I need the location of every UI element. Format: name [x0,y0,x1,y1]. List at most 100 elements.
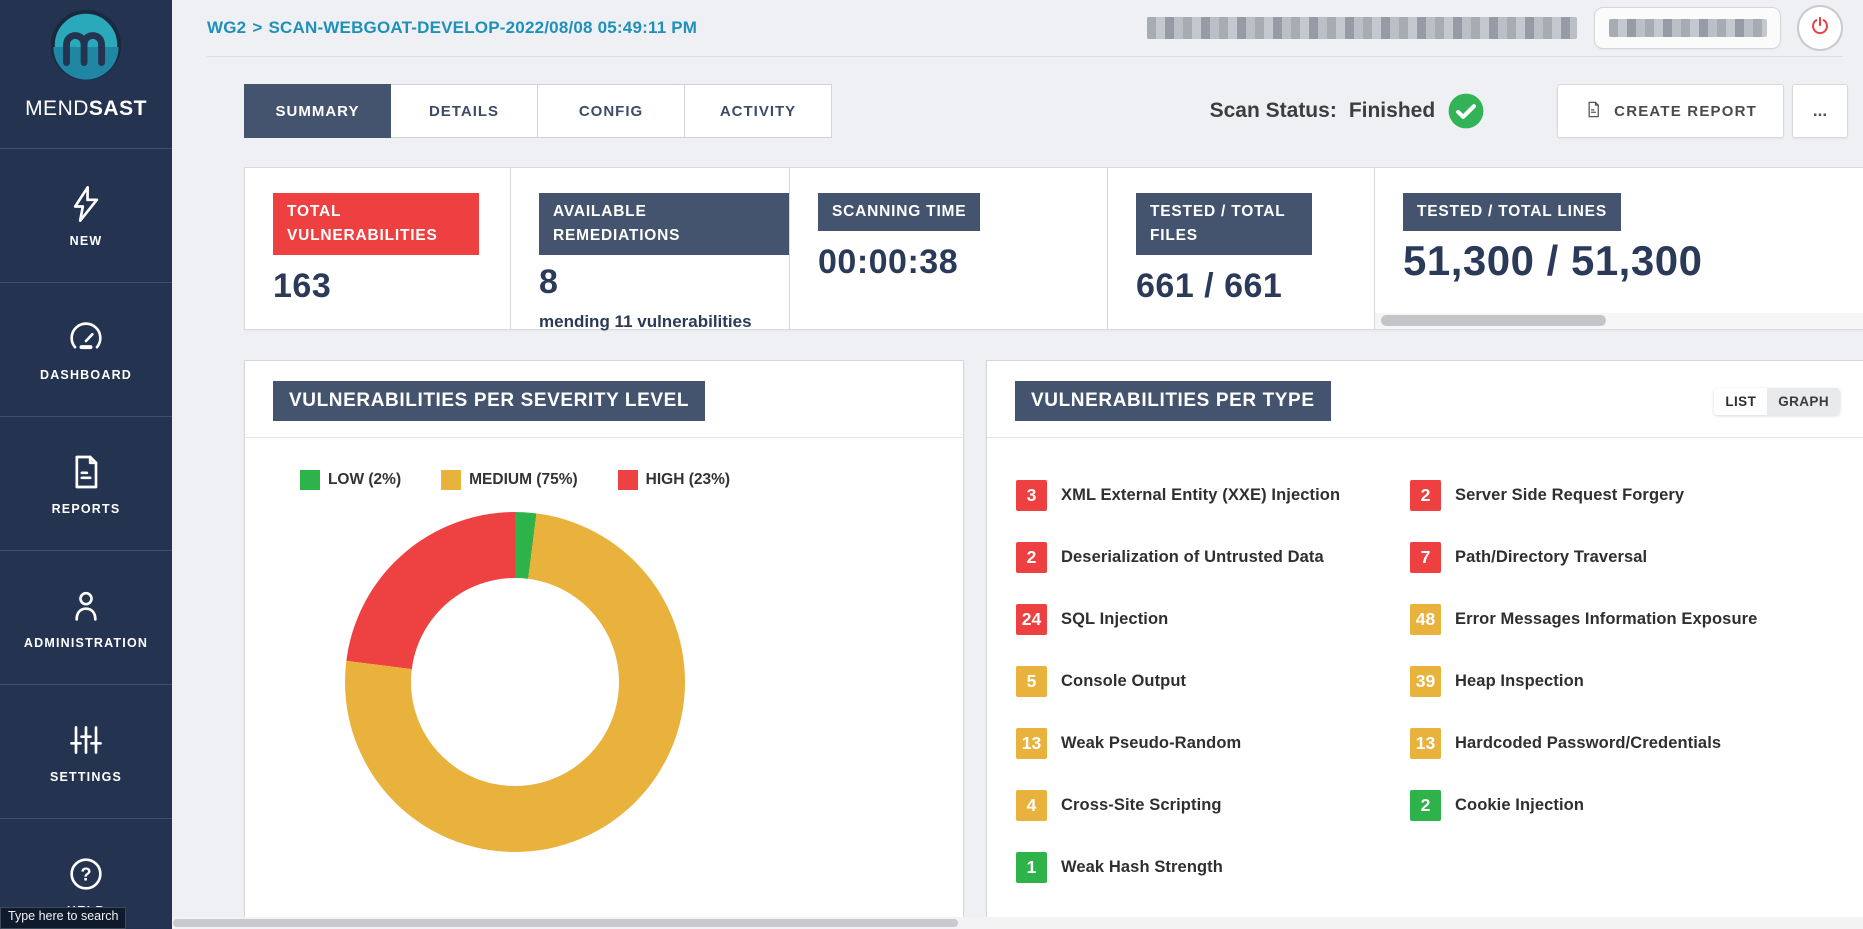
sidebar-item-reports[interactable]: REPORTS [0,416,172,550]
stat-value: 661 / 661 [1136,267,1374,306]
breadcrumb-project[interactable]: WG2 [207,18,246,37]
stat-label: TOTAL VULNERABILITIES [273,193,479,255]
vulnerability-type-row[interactable]: 39 Heap Inspection [1410,650,1863,712]
stat-card-available-remediations: AVAILABLE REMEDIATIONS 8 mending 11 vuln… [511,167,790,330]
legend-label: MEDIUM (75%) [469,471,578,489]
legend-swatch [441,470,461,490]
type-count-badge: 3 [1016,480,1047,511]
stat-card-total-vulnerabilities: TOTAL VULNERABILITIES 163 [244,167,511,330]
vulnerability-type-row[interactable]: 7 Path/Directory Traversal [1410,526,1863,588]
question-circle-icon: ? [66,854,106,894]
mend-logo-icon [47,6,125,89]
toggle-list[interactable]: LIST [1714,388,1767,415]
scan-status-label: Scan Status: [1210,99,1337,123]
type-count-badge: 2 [1410,480,1441,511]
main-content: WG2>SCAN-WEBGOAT-DEVELOP-2022/08/08 05:4… [172,0,1863,929]
page-scrollbar-thumb[interactable] [173,919,958,927]
sidebar-item-new[interactable]: NEW [0,148,172,282]
card-scrollbar-thumb[interactable] [1381,315,1606,326]
types-panel: VULNERABILITIES PER TYPE LIST GRAPH 3 XM… [986,360,1863,918]
vulnerability-type-row[interactable]: 3 XML External Entity (XXE) Injection [1016,464,1410,526]
vulnerability-type-row[interactable]: 2 Deserialization of Untrusted Data [1016,526,1410,588]
stat-label: AVAILABLE REMEDIATIONS [539,193,789,255]
types-panel-header: VULNERABILITIES PER TYPE LIST GRAPH [987,381,1863,421]
type-count-badge: 7 [1410,542,1441,573]
panels-row: VULNERABILITIES PER SEVERITY LEVEL LOW (… [244,360,1863,929]
breadcrumb-scan-name: SCAN-WEBGOAT-DEVELOP-2022/08/08 05:49:11… [268,18,697,37]
stat-value: 00:00:38 [818,243,1107,282]
tab-details[interactable]: DETAILS [391,84,538,138]
sidebar-item-administration[interactable]: ADMINISTRATION [0,550,172,684]
legend-label: LOW (2%) [328,471,401,489]
scan-toolbar: SUMMARY DETAILS CONFIG ACTIVITY Scan Sta… [244,83,1848,139]
stat-card-scanning-time: SCANNING TIME 00:00:38 [790,167,1108,330]
sidebar-item-label: SETTINGS [50,770,122,784]
type-count-badge: 4 [1016,790,1047,821]
vulnerability-type-row[interactable]: 24 SQL Injection [1016,588,1410,650]
stat-value: 8 [539,263,789,302]
breadcrumb[interactable]: WG2>SCAN-WEBGOAT-DEVELOP-2022/08/08 05:4… [207,18,1147,38]
type-label: Cross-Site Scripting [1061,796,1222,815]
brand-logo[interactable]: MENDSAST [0,0,172,148]
stat-card-tested-total-files: TESTED / TOTAL FILES 661 / 661 [1108,167,1375,330]
create-report-label: CREATE REPORT [1614,103,1757,120]
legend-item: MEDIUM (75%) [441,470,578,490]
sidebar-item-label: REPORTS [52,502,121,516]
redacted-account-selector[interactable] [1594,7,1781,49]
report-file-icon [1584,100,1603,123]
logout-power-button[interactable] [1797,5,1843,51]
create-report-button[interactable]: CREATE REPORT [1557,84,1784,138]
stat-label: TESTED / TOTAL LINES [1403,193,1621,231]
scan-tabs: SUMMARY DETAILS CONFIG ACTIVITY [244,84,832,138]
svg-text:?: ? [80,863,91,884]
stats-row: TOTAL VULNERABILITIES 163 AVAILABLE REME… [244,167,1863,330]
power-icon [1809,15,1831,42]
severity-chart-area: LOW (2%) MEDIUM (75%) HIGH (23%) [245,470,785,852]
legend-swatch [300,470,320,490]
type-count-badge: 1 [1016,852,1047,883]
divider [245,437,963,438]
os-search-tooltip[interactable]: Type here to search [0,907,126,929]
vulnerability-type-row[interactable]: 48 Error Messages Information Exposure [1410,588,1863,650]
lightning-icon [66,184,106,224]
vulnerability-type-row[interactable]: 1 Weak Hash Strength [1016,836,1410,898]
legend-label: HIGH (23%) [646,471,730,489]
tab-activity[interactable]: ACTIVITY [685,84,832,138]
type-label: XML External Entity (XXE) Injection [1061,486,1340,505]
chart-legend: LOW (2%) MEDIUM (75%) HIGH (23%) [245,470,785,490]
vulnerability-type-row[interactable]: 2 Server Side Request Forgery [1410,464,1863,526]
vulnerability-type-row[interactable]: 5 Console Output [1016,650,1410,712]
page-scrollbar-track [172,917,1863,929]
card-scrollbar-track [1375,313,1863,329]
type-label: Weak Pseudo-Random [1061,734,1241,753]
vulnerability-type-row[interactable]: 13 Hardcoded Password/Credentials [1410,712,1863,774]
sidebar-item-settings[interactable]: SETTINGS [0,684,172,818]
stat-value: 51,300 / 51,300 [1403,237,1863,285]
type-label: SQL Injection [1061,610,1168,629]
document-icon [66,452,106,492]
tab-summary[interactable]: SUMMARY [244,84,391,138]
more-options-button[interactable]: ... [1792,84,1848,138]
type-count-badge: 2 [1410,790,1441,821]
toggle-graph[interactable]: GRAPH [1767,388,1840,415]
stat-label: TESTED / TOTAL FILES [1136,193,1312,255]
type-count-badge: 24 [1016,604,1047,635]
type-count-badge: 39 [1410,666,1441,697]
tab-config[interactable]: CONFIG [538,84,685,138]
vulnerability-type-row[interactable]: 2 Cookie Injection [1410,774,1863,836]
vulnerability-type-row[interactable]: 13 Weak Pseudo-Random [1016,712,1410,774]
vulnerability-type-row[interactable]: 4 Cross-Site Scripting [1016,774,1410,836]
sidebar: MENDSAST NEW DASHBOARD REPORTS ADMINISTR [0,0,172,929]
severity-panel-title: VULNERABILITIES PER SEVERITY LEVEL [273,381,705,421]
severity-panel: VULNERABILITIES PER SEVERITY LEVEL LOW (… [244,360,964,929]
type-label: Error Messages Information Exposure [1455,610,1757,629]
type-label: Heap Inspection [1455,672,1584,691]
type-label: Server Side Request Forgery [1455,486,1684,505]
stat-card-tested-total-lines: TESTED / TOTAL LINES 51,300 / 51,300 [1375,167,1863,330]
type-count-badge: 5 [1016,666,1047,697]
type-count-badge: 48 [1410,604,1441,635]
legend-item: LOW (2%) [300,470,401,490]
type-label: Console Output [1061,672,1186,691]
sidebar-item-dashboard[interactable]: DASHBOARD [0,282,172,416]
type-label: Hardcoded Password/Credentials [1455,734,1721,753]
